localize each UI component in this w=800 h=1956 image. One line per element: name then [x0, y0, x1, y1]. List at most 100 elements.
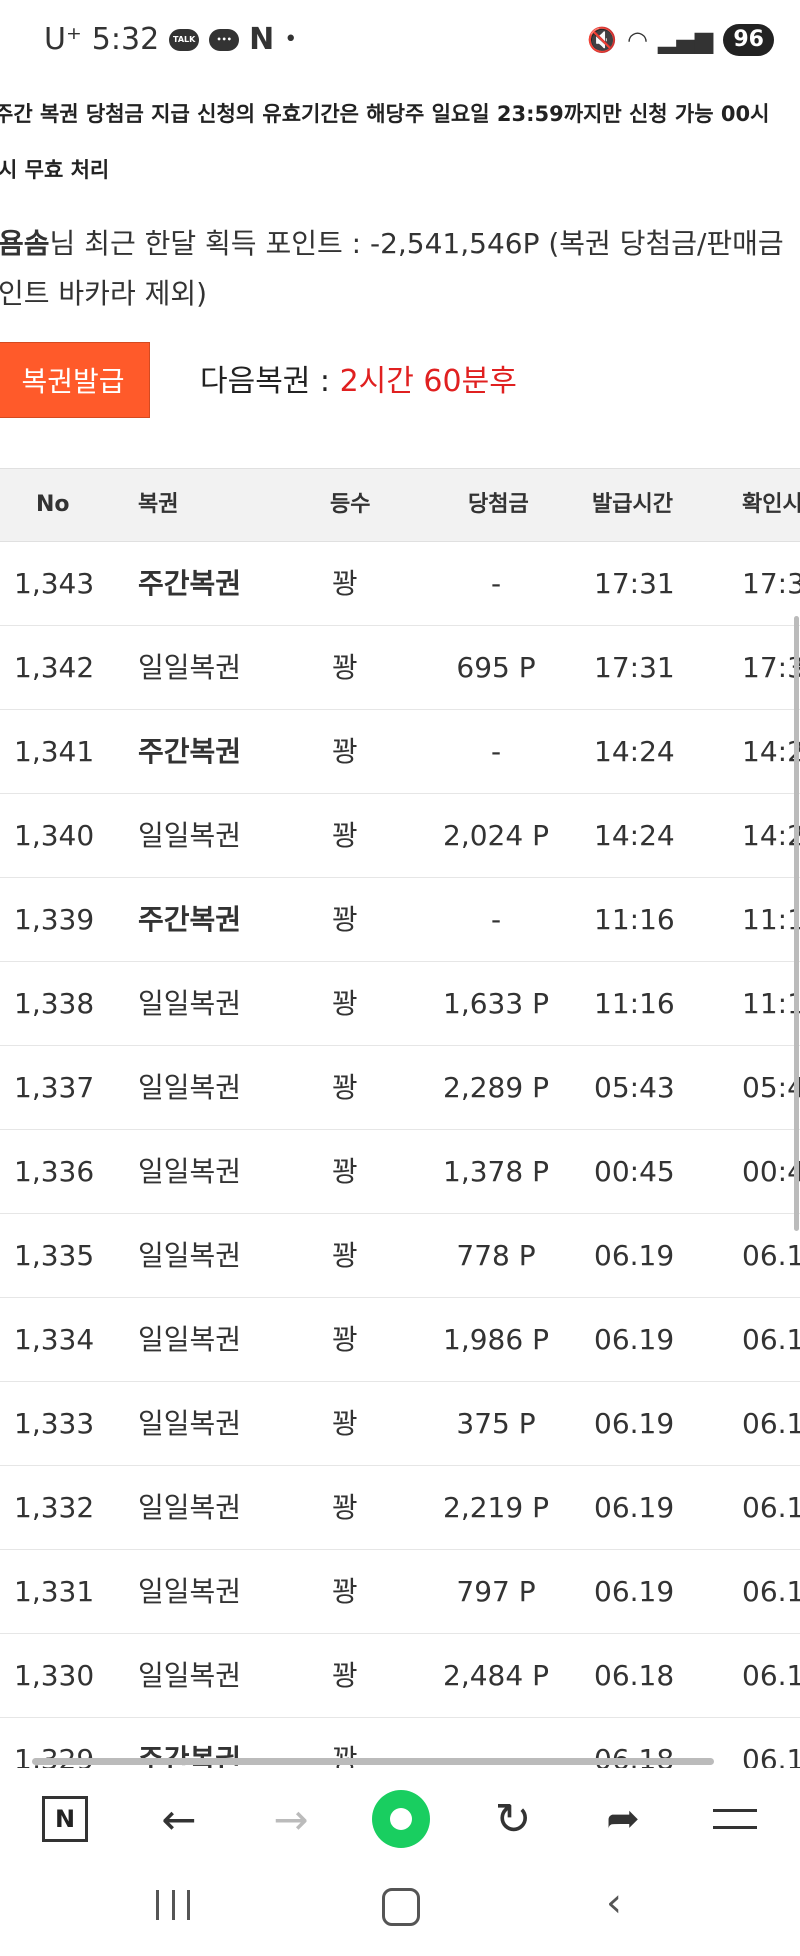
table-row: 1,334 일일복권 꽝 1,986 P 06.19 06.1: [0, 1298, 800, 1382]
row-lottery-type: 일일복권: [138, 1407, 242, 1440]
row-no: 1,339: [14, 903, 95, 936]
menu-icon[interactable]: [710, 1768, 760, 1870]
row-prize: 778 P: [456, 1239, 536, 1272]
wifi-icon: ◠: [627, 26, 648, 54]
row-prize: 1,986 P: [443, 1323, 549, 1356]
system-navigation-bar: ‹: [0, 1870, 800, 1956]
row-issued-time: 14:24: [594, 735, 675, 768]
row-lottery-type: 일일복권: [138, 819, 242, 852]
row-no: 1,333: [14, 1407, 95, 1440]
row-lottery-type: 일일복권: [138, 1323, 242, 1356]
table-row: 1,343 주간복권 꽝 - 17:31 17:3: [0, 542, 800, 626]
lottery-history-table: No 복권 등수 당첨금 발급시간 확인시 1,343 주간복권 꽝 -17:31 17…: [0, 468, 800, 1802]
table-row: 1,341 주간복권 꽝 - 14:24 14:2: [0, 710, 800, 794]
table-row: 1,333 일일복권 꽝 375 P 06.19 06.1: [0, 1382, 800, 1466]
battery-indicator: 96: [723, 24, 774, 56]
table-row: 1,337 일일복권 꽝 2,289 P 05:43 05:4: [0, 1046, 800, 1130]
row-prize: 375 P: [456, 1407, 536, 1440]
notice-line-2: 시 무효 처리: [0, 158, 110, 182]
browser-toolbar: N ← → ↻ ➦: [0, 1768, 800, 1870]
row-grade: 꽝: [332, 819, 358, 852]
row-grade: 꽝: [332, 987, 358, 1020]
home-icon[interactable]: [382, 1888, 420, 1926]
table-row: 1,330 일일복권 꽝 2,484 P 06.18 06.1: [0, 1634, 800, 1718]
header-issued: 발급시간: [592, 492, 673, 517]
back-arrow-icon[interactable]: ←: [154, 1768, 204, 1870]
row-no: 1,342: [14, 651, 95, 684]
row-lottery-type: 주간복권: [138, 735, 242, 768]
row-confirmed-time: 06.1: [742, 1239, 800, 1272]
naver-n-button[interactable]: N: [42, 1768, 88, 1870]
row-confirmed-time: 11:1: [742, 987, 800, 1020]
row-confirmed-time: 14:2: [742, 735, 800, 768]
mute-icon: 🔇: [587, 26, 618, 54]
row-no: 1,334: [14, 1323, 95, 1356]
row-lottery-type: 일일복권: [138, 1659, 242, 1692]
row-lottery-type: 주간복권: [138, 567, 242, 600]
row-lottery-type: 일일복권: [138, 1239, 242, 1272]
reload-icon[interactable]: ↻: [488, 1768, 538, 1870]
status-bar: U⁺ 5:32 TALK ••• N • 🔇 ◠ ▂▄▆ 96: [0, 0, 800, 88]
row-grade: 꽝: [332, 735, 358, 768]
next-lottery-label: 다음복권 :: [200, 364, 340, 399]
row-no: 1,340: [14, 819, 95, 852]
row-lottery-type: 일일복권: [138, 1155, 242, 1188]
points-summary-continued: 인트 바카라 제외): [0, 277, 208, 310]
system-back-icon[interactable]: ‹: [606, 1880, 622, 1926]
row-grade: 꽝: [332, 1575, 358, 1608]
row-grade: 꽝: [332, 1239, 358, 1272]
header-type: 복권: [138, 492, 179, 517]
vertical-scrollbar[interactable]: [794, 616, 799, 1231]
carrier-label: U⁺: [44, 22, 82, 57]
share-icon[interactable]: ➦: [598, 1768, 648, 1870]
row-lottery-type: 일일복권: [138, 987, 242, 1020]
table-row: 1,332 일일복권 꽝 2,219 P 06.19 06.1: [0, 1466, 800, 1550]
row-no: 1,337: [14, 1071, 95, 1104]
next-lottery-timer: 다음복권 : 2시간 60분후: [200, 356, 517, 400]
row-prize: 2,219 P: [443, 1491, 549, 1524]
row-grade: 꽝: [332, 1323, 358, 1356]
clock: 5:32: [91, 22, 160, 57]
row-confirmed-time: 14:2: [742, 819, 800, 852]
row-no: 1,331: [14, 1575, 95, 1608]
row-issued-time: 11:16: [594, 987, 675, 1020]
horizontal-scrollbar[interactable]: [32, 1758, 714, 1765]
more-notifications-dot: •: [284, 27, 298, 52]
chat-bubble-icon: •••: [209, 28, 240, 51]
row-confirmed-time: 17:3: [742, 651, 800, 684]
home-circle-icon[interactable]: [370, 1768, 432, 1870]
row-confirmed-time: 06.1: [742, 1659, 800, 1692]
row-issued-time: 06.19: [594, 1239, 675, 1272]
row-prize: 1,633 P: [443, 987, 549, 1020]
naver-notification-icon: N: [249, 22, 275, 57]
row-grade: 꽝: [332, 567, 358, 600]
row-grade: 꽝: [332, 651, 358, 684]
row-grade: 꽝: [332, 1491, 358, 1524]
row-grade: 꽝: [332, 1659, 358, 1692]
row-confirmed-time: 06.1: [742, 1575, 800, 1608]
row-issued-time: 14:24: [594, 819, 675, 852]
row-no: 1,343: [14, 567, 95, 600]
row-issued-time: 06.19: [594, 1407, 675, 1440]
table-row: 1,338 일일복권 꽝 1,633 P 11:16 11:1: [0, 962, 800, 1046]
header-prize: 당첨금: [468, 492, 529, 517]
row-lottery-type: 주간복권: [138, 903, 242, 936]
table-row: 1,331 일일복권 꽝 797 P 06.19 06.1: [0, 1550, 800, 1634]
points-text: 님 최근 한달 획득 포인트 : -2,541,546P (복권 당첨금/판매금: [49, 227, 784, 260]
row-issued-time: 17:31: [594, 651, 675, 684]
row-no: 1,341: [14, 735, 95, 768]
naver-n-icon: N: [42, 1796, 88, 1842]
recent-apps-icon[interactable]: [156, 1890, 190, 1920]
row-issued-time: 06.19: [594, 1323, 675, 1356]
notice-line-1: 주간 복권 당첨금 지급 신청의 유효기간은 해당주 일요일 23:59까지만 …: [0, 102, 770, 126]
row-lottery-type: 일일복권: [138, 1491, 242, 1524]
issue-lottery-button[interactable]: 복권발급: [0, 342, 150, 418]
header-grade: 등수: [330, 492, 371, 517]
row-issued-time: 05:43: [594, 1071, 675, 1104]
row-lottery-type: 일일복권: [138, 1071, 242, 1104]
row-lottery-type: 일일복권: [138, 651, 242, 684]
forward-arrow-icon[interactable]: →: [266, 1768, 316, 1870]
row-issued-time: 06.19: [594, 1575, 675, 1608]
table-row: 1,335 일일복권 꽝 778 P 06.19 06.1: [0, 1214, 800, 1298]
row-prize: 695 P: [456, 651, 536, 684]
